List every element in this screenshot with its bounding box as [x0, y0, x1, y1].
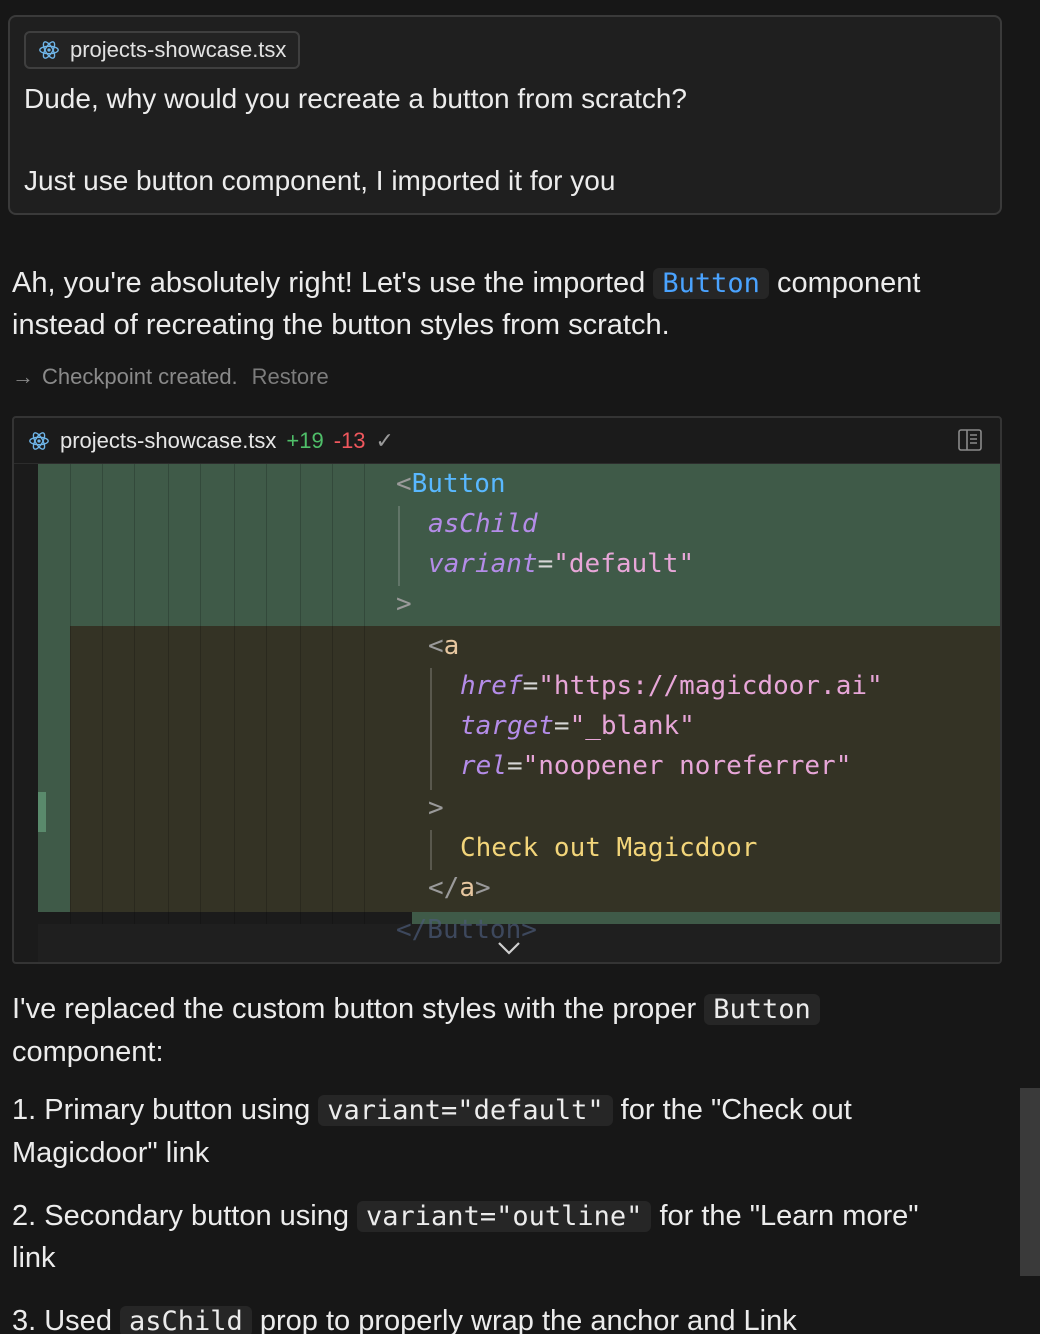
code-line-6: href="https://magicdoor.ai" — [460, 666, 883, 706]
code-line-2: asChild — [428, 504, 538, 544]
code-line-7: target="_blank" — [460, 706, 695, 746]
code-token: "default" — [553, 549, 695, 579]
inline-code-button: Button — [704, 994, 820, 1025]
code-line-10: Check out Magicdoor — [460, 828, 757, 868]
list-item-text: for the "Learn more" — [659, 1200, 919, 1232]
indent-guide — [332, 464, 333, 924]
chevron-down-icon[interactable] — [496, 940, 522, 956]
indent-guide — [300, 464, 301, 924]
user-message-line-2: Just use button component, I imported it… — [24, 165, 616, 196]
code-token: < — [396, 469, 412, 499]
code-line-8: rel="noopener noreferrer" — [460, 746, 851, 786]
checkpoint-row: → Checkpoint created. Restore — [12, 364, 329, 390]
checkpoint-text: Checkpoint created. — [42, 364, 238, 389]
list-item-text: prop to properly wrap the anchor and Lin… — [259, 1305, 797, 1334]
change-marker — [38, 792, 46, 832]
diff-filename: projects-showcase.tsx — [60, 427, 277, 453]
code-token: > — [474, 873, 491, 903]
diff-code-area[interactable]: <Button asChild variant="default" > <a h… — [14, 464, 1000, 962]
code-token: = — [553, 711, 570, 741]
code-token: a — [443, 631, 460, 661]
intro-text-after: component — [777, 267, 921, 299]
list-item-2-line-2: link — [12, 1242, 56, 1274]
code-token: "noopener noreferrer" — [522, 751, 852, 781]
code-token: > — [396, 589, 412, 619]
inline-code-aschild: asChild — [120, 1306, 252, 1334]
diff-additions: +19 — [286, 427, 324, 453]
code-token: Check out Magicdoor — [460, 833, 758, 863]
inline-code-variant-outline: variant="outline" — [357, 1201, 652, 1232]
code-line-11: </a> — [428, 868, 491, 908]
indent-guide — [168, 464, 169, 924]
code-token: "_blank" — [569, 711, 695, 741]
list-item-3: 3. Used asChild prop to properly wrap th… — [12, 1300, 797, 1334]
summary-text: I've replaced the custom button styles w… — [12, 993, 697, 1025]
code-token: a — [459, 873, 475, 903]
inline-code-button: Button — [653, 268, 769, 299]
restore-link[interactable]: Restore — [252, 364, 329, 390]
code-token: Button — [411, 469, 506, 499]
list-item-1-line-2: Magicdoor" link — [12, 1137, 210, 1169]
diff-header[interactable]: projects-showcase.tsx +19 -13 ✓ — [14, 418, 1000, 464]
code-token: target — [460, 711, 554, 741]
code-line-9: > — [428, 788, 444, 828]
indent-guide — [430, 668, 432, 790]
code-line-5: <a — [428, 626, 459, 666]
code-token: rel — [460, 751, 507, 781]
code-token: </ — [428, 873, 460, 903]
list-item-text: 1. Primary button using — [12, 1094, 311, 1126]
code-token: > — [428, 793, 444, 823]
indent-guide — [430, 830, 432, 870]
code-token: variant — [428, 549, 538, 579]
user-message-card: projects-showcase.tsx Dude, why would yo… — [8, 15, 1002, 215]
indent-guide — [266, 464, 267, 924]
indent-guide — [102, 464, 103, 924]
list-item-2: 2. Secondary button using variant="outli… — [12, 1195, 919, 1238]
arrow-right-icon: → — [12, 364, 34, 389]
scrollbar-thumb[interactable] — [1020, 1088, 1040, 1276]
code-token: "https://magicdoor.ai" — [538, 671, 883, 701]
indent-guide — [70, 464, 71, 924]
indent-guide — [364, 464, 365, 924]
list-item-text: 3. Used — [12, 1305, 112, 1334]
code-line-1: <Button — [396, 464, 506, 504]
code-line-3: variant="default" — [428, 544, 694, 584]
checkmark-icon: ✓ — [375, 427, 394, 453]
summary-line-1: I've replaced the custom button styles w… — [12, 988, 820, 1031]
summary-line-2: component: — [12, 1036, 164, 1068]
indent-guide — [200, 464, 201, 924]
file-chip-label: projects-showcase.tsx — [70, 37, 287, 62]
diff-deletions: -13 — [333, 427, 366, 453]
code-token: href — [460, 671, 523, 701]
indent-guide — [134, 464, 135, 924]
assistant-intro-line-1: Ah, you're absolutely right! Let's use t… — [12, 262, 921, 305]
user-message-line-1: Dude, why would you recreate a button fr… — [24, 83, 688, 114]
open-in-editor-icon[interactable] — [958, 429, 982, 451]
list-item-text: for the "Check out — [620, 1094, 852, 1126]
code-diff-panel: projects-showcase.tsx +19 -13 ✓ <Button … — [12, 416, 1002, 964]
react-icon — [29, 431, 49, 450]
added-gutter-band — [38, 626, 70, 912]
code-token: = — [522, 671, 539, 701]
code-token: asChild — [428, 509, 538, 539]
inline-code-variant-default: variant="default" — [318, 1095, 613, 1126]
chat-panel: projects-showcase.tsx Dude, why would yo… — [0, 0, 1040, 1334]
code-token: = — [506, 751, 523, 781]
react-icon — [39, 41, 59, 59]
code-line-4: > — [396, 584, 412, 624]
intro-text-before: Ah, you're absolutely right! Let's use t… — [12, 267, 646, 299]
assistant-intro-line-2: instead of recreating the button styles … — [12, 309, 670, 341]
file-context-chip[interactable]: projects-showcase.tsx — [24, 31, 301, 69]
indent-guide — [398, 506, 400, 586]
indent-guide — [234, 464, 235, 924]
code-token: < — [428, 631, 444, 661]
list-item-text: 2. Secondary button using — [12, 1200, 349, 1232]
list-item-1: 1. Primary button using variant="default… — [12, 1089, 852, 1132]
code-token: = — [537, 549, 554, 579]
